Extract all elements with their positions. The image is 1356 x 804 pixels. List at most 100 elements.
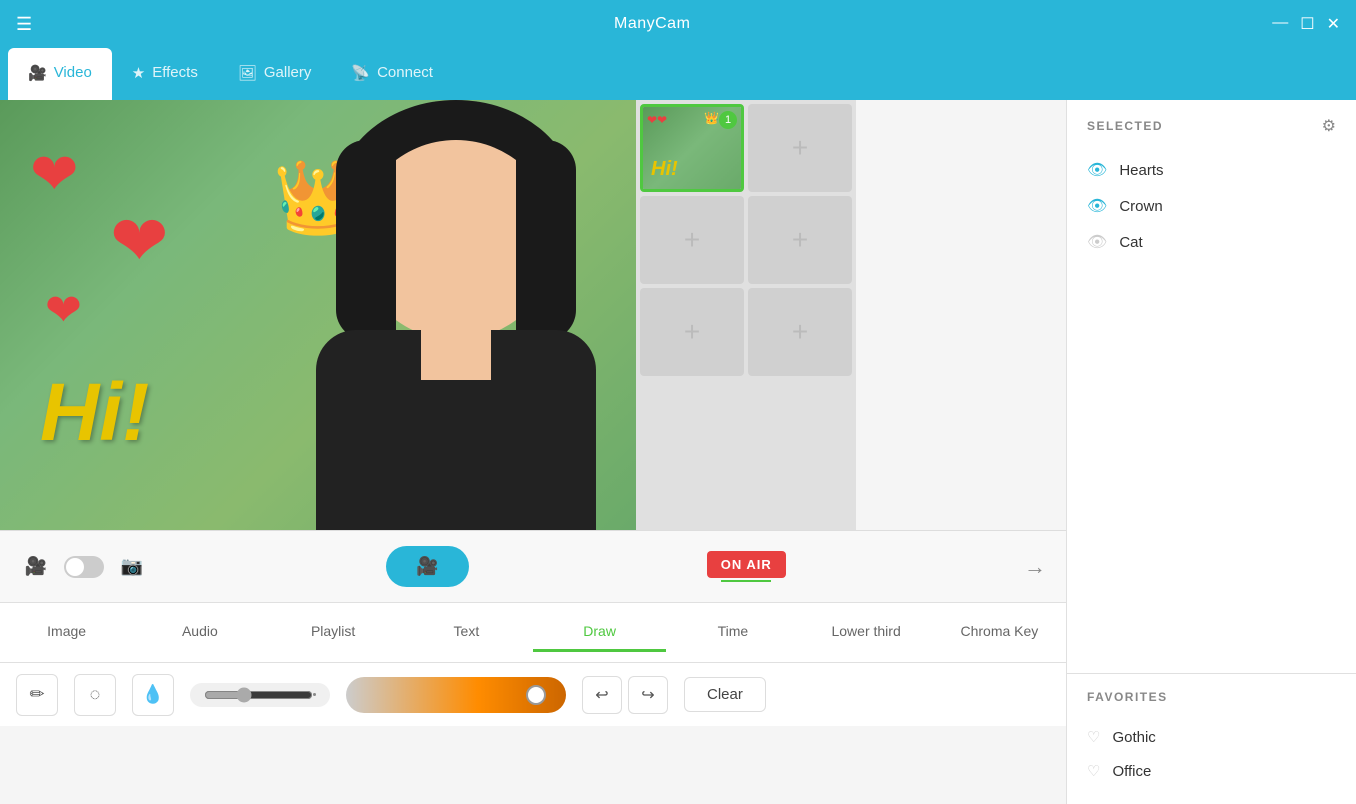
btab-image[interactable]: Image [0, 613, 133, 652]
add-scene-icon-2: + [684, 224, 700, 256]
close-button[interactable]: ✕ [1327, 14, 1340, 34]
tab-gallery[interactable]: 🖼 Gallery [218, 48, 332, 100]
size-slider-container [190, 683, 330, 707]
left-panel: ❤ ❤ ❤ 👑 Hi! [0, 100, 1066, 804]
heart-2: ❤ [110, 200, 169, 282]
btab-audio[interactable]: Audio [133, 613, 266, 652]
favorites-title: FAVORITES [1087, 690, 1168, 704]
arrow-right-icon[interactable]: → [1024, 554, 1046, 580]
fill-tool-button[interactable]: 💧 [132, 674, 174, 716]
draw-toolbar: ✏ ◌ 💧 ↩ ↪ [0, 662, 1066, 726]
selected-title: SELECTED [1087, 119, 1163, 133]
thumbnail-2[interactable]: + [748, 104, 852, 192]
gothic-fav-icon: ♡ [1087, 728, 1100, 746]
on-air-display: ON AIR [707, 551, 786, 582]
btab-text[interactable]: Text [400, 613, 533, 652]
titlebar: ☰ ManyCam — ☐ ✕ [0, 0, 1356, 48]
undo-redo-group: ↩ ↪ [582, 676, 668, 714]
pen-icon: ✏ [29, 684, 44, 705]
controls-left: 🎥 📷 [20, 551, 148, 583]
color-slider-container [346, 677, 566, 713]
video-tab-icon: 🎥 [28, 64, 47, 82]
selected-header: SELECTED ⚙ [1087, 116, 1336, 136]
on-air-badge: ON AIR [707, 551, 786, 578]
btab-playlist[interactable]: Playlist [267, 613, 400, 652]
tab-video[interactable]: 🎥 Video [8, 48, 112, 100]
add-scene-icon: + [792, 132, 808, 164]
eraser-tool-button[interactable]: ◌ [74, 674, 116, 716]
thumb-row-2: + + [640, 196, 852, 284]
effects-tab-label: Effects [152, 64, 198, 81]
heart-3: ❤ [45, 285, 82, 336]
redo-button[interactable]: ↪ [628, 676, 668, 714]
add-scene-icon-5: + [792, 316, 808, 348]
minimize-button[interactable]: — [1272, 14, 1288, 34]
video-tab-label: Video [54, 64, 92, 81]
office-label: Office [1112, 763, 1151, 780]
maximize-button[interactable]: ☐ [1300, 14, 1314, 34]
effect-hearts[interactable]: 👁 Hearts [1087, 152, 1336, 188]
undo-icon: ↩ [595, 685, 608, 705]
thumbnail-3[interactable]: + [640, 196, 744, 284]
hearts-visibility-icon: 👁 [1087, 160, 1107, 180]
add-scene-icon-4: + [684, 316, 700, 348]
thumb-heart-icon: ❤❤ [647, 113, 667, 127]
thumb-crown-icon: 👑 [704, 111, 719, 125]
size-slider[interactable] [204, 687, 313, 703]
fav-office[interactable]: ♡ Office [1087, 754, 1336, 788]
btab-chroma-key[interactable]: Chroma Key [933, 613, 1066, 652]
video-section: ❤ ❤ ❤ 👑 Hi! [0, 100, 1066, 530]
thumbnail-5[interactable]: + [640, 288, 744, 376]
thumbnail-4[interactable]: + [748, 196, 852, 284]
connect-tab-icon: 📡 [351, 64, 370, 82]
main-video-preview: ❤ ❤ ❤ 👑 Hi! [0, 100, 636, 530]
btab-lower-third[interactable]: Lower third [800, 613, 933, 652]
gothic-label: Gothic [1112, 729, 1155, 746]
fav-gothic[interactable]: ♡ Gothic [1087, 720, 1336, 754]
heart-1: ❤ [30, 140, 79, 208]
effect-crown[interactable]: 👁 Crown [1087, 188, 1336, 224]
thumb-badge: 1 [719, 111, 737, 129]
gallery-tab-label: Gallery [264, 64, 312, 81]
controls-bar: 🎥 📷 🎥 ON AIR → [0, 530, 1066, 602]
tab-effects[interactable]: ★ Effects [112, 48, 218, 100]
right-panel: SELECTED ⚙ 👁 Hearts 👁 Crown 👁 Cat FAVORI… [1066, 100, 1356, 804]
fill-icon: 💧 [142, 684, 164, 705]
thumb-hi-text: Hi! [651, 158, 678, 181]
clear-button[interactable]: Clear [684, 677, 766, 712]
menu-icon[interactable]: ☰ [16, 14, 32, 35]
gallery-tab-icon: 🖼 [238, 64, 257, 82]
app-title: ManyCam [614, 15, 690, 33]
thumbnail-6[interactable]: + [748, 288, 852, 376]
selected-section: SELECTED ⚙ 👁 Hearts 👁 Crown 👁 Cat [1067, 100, 1356, 673]
effect-cat[interactable]: 👁 Cat [1087, 224, 1336, 260]
favorites-header: FAVORITES [1087, 690, 1336, 704]
thumbnail-1[interactable]: ❤❤ 👑 Hi! 1 [640, 104, 744, 192]
thumbnail-panel: ❤❤ 👑 Hi! 1 + + [636, 100, 856, 530]
thumb-row-3: + + [640, 288, 852, 376]
camera-icon[interactable]: 🎥 [20, 551, 52, 583]
cat-label: Cat [1119, 234, 1142, 251]
snapshot-icon[interactable]: 📷 [116, 551, 148, 583]
office-fav-icon: ♡ [1087, 762, 1100, 780]
eraser-icon: ◌ [90, 684, 101, 705]
crown-label: Crown [1119, 198, 1162, 215]
record-button[interactable]: 🎥 [386, 546, 468, 587]
thumb-row-1: ❤❤ 👑 Hi! 1 + [640, 104, 852, 192]
camera-toggle[interactable] [64, 556, 104, 578]
woman-figure [276, 100, 636, 530]
window-controls: — ☐ ✕ [1272, 14, 1340, 34]
crown-visibility-icon: 👁 [1087, 196, 1107, 216]
bottom-tabs: Image Audio Playlist Text Draw Time Lowe… [0, 602, 1066, 662]
redo-icon: ↪ [641, 685, 654, 705]
undo-button[interactable]: ↩ [582, 676, 622, 714]
filter-icon[interactable]: ⚙ [1322, 116, 1336, 136]
btab-draw[interactable]: Draw [533, 613, 666, 652]
color-slider-thumb [526, 685, 546, 705]
tab-connect[interactable]: 📡 Connect [331, 48, 453, 100]
btab-time[interactable]: Time [666, 613, 799, 652]
pen-tool-button[interactable]: ✏ [16, 674, 58, 716]
on-air-line [721, 580, 771, 582]
connect-tab-label: Connect [377, 64, 433, 81]
favorites-section: FAVORITES ♡ Gothic ♡ Office [1067, 673, 1356, 804]
